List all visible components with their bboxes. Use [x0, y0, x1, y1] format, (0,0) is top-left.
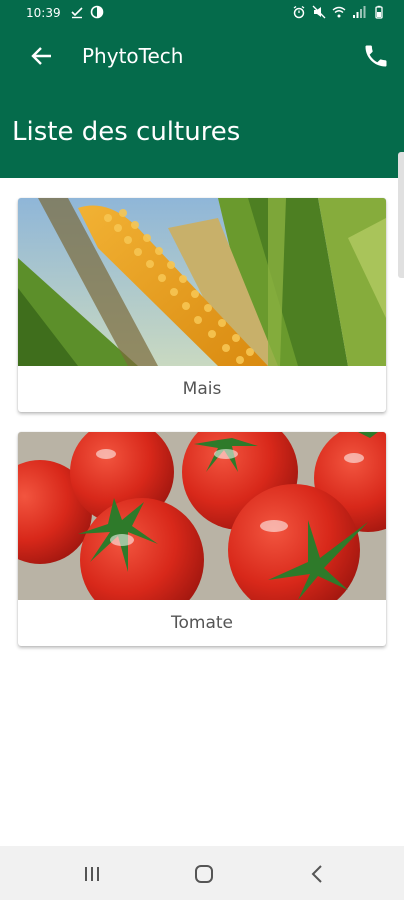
system-nav-bar	[0, 846, 404, 900]
status-bar: 10:39	[0, 0, 404, 26]
crop-card-tomate[interactable]: Tomate	[18, 432, 386, 646]
signal-icon	[353, 6, 366, 18]
wifi-icon	[332, 6, 346, 18]
corn-image	[18, 198, 386, 366]
toolbar: PhytoTech	[0, 26, 404, 86]
tomato-image	[18, 432, 386, 600]
scrollbar[interactable]	[398, 152, 404, 278]
crop-name: Tomate	[171, 613, 233, 633]
battery-icon	[375, 5, 383, 19]
phone-icon[interactable]	[362, 42, 390, 70]
recents-icon[interactable]	[80, 862, 104, 886]
back-chevron-icon[interactable]	[306, 862, 330, 886]
arrow-back-icon[interactable]	[28, 42, 56, 70]
alarm-icon	[293, 5, 305, 19]
crop-card-mais[interactable]: Mais	[18, 198, 386, 412]
data-saver-icon	[90, 5, 104, 19]
status-time: 10:39	[26, 6, 61, 20]
app-header: 10:39 PhytoTech Liste des cultures	[0, 0, 404, 178]
crop-name: Mais	[182, 379, 222, 399]
page-title: Liste des cultures	[12, 117, 241, 147]
mute-icon	[312, 5, 326, 19]
home-icon[interactable]	[192, 862, 216, 886]
app-title: PhytoTech	[82, 44, 184, 68]
download-done-icon	[71, 7, 83, 19]
